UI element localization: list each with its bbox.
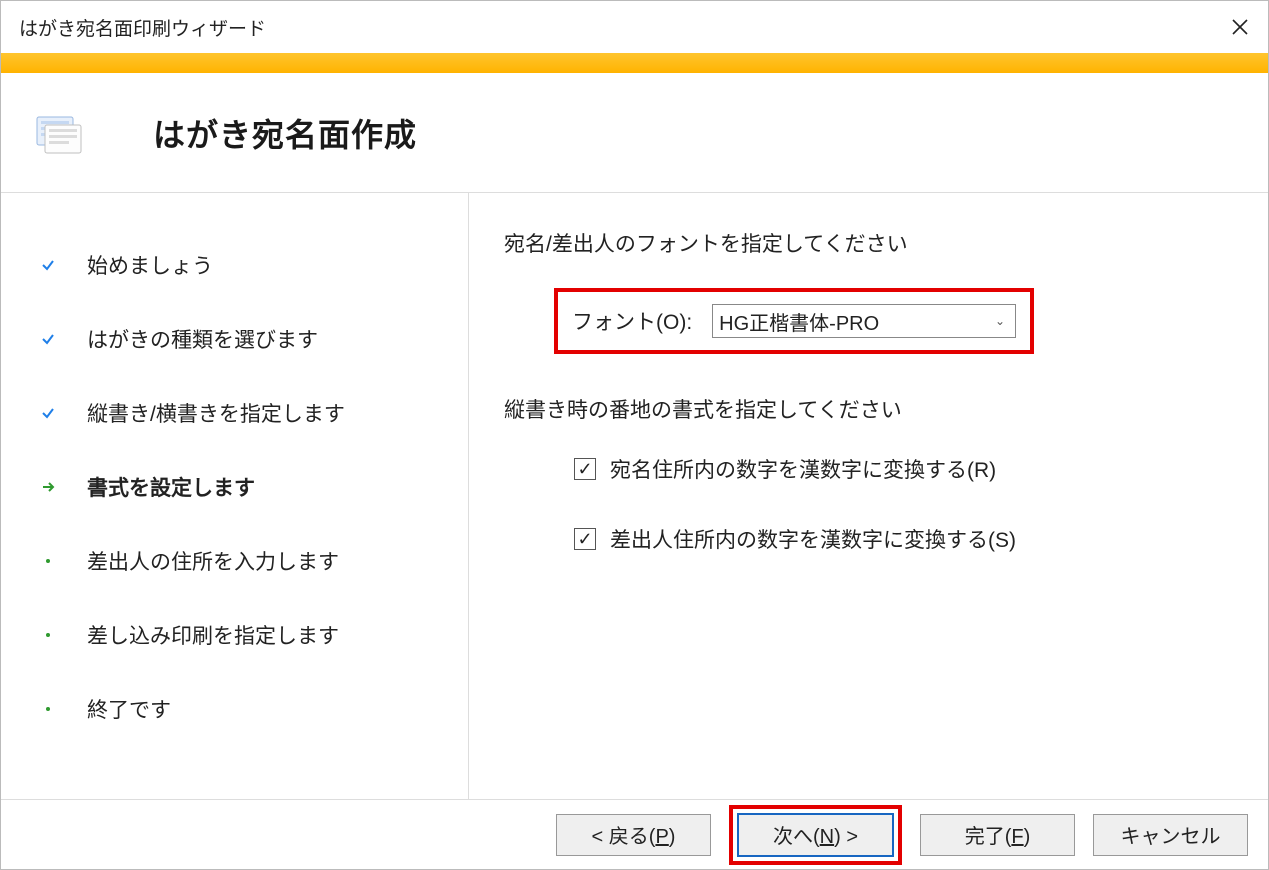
step-label: 縦書き/横書きを指定します (87, 398, 345, 428)
checkbox-icon: ✓ (574, 458, 596, 480)
checkbox-icon: ✓ (574, 528, 596, 550)
chevron-down-icon: ⌄ (995, 314, 1005, 328)
body: 始めましょう はがきの種類を選びます 縦書き/横書きを指定します 書式を設定しま… (1, 193, 1268, 799)
steps-sidebar: 始めましょう はがきの種類を選びます 縦書き/横書きを指定します 書式を設定しま… (1, 193, 469, 799)
wizard-icon (31, 107, 83, 159)
next-button[interactable]: 次へ(N) > (738, 814, 893, 856)
checkbox-label: 宛名住所内の数字を漢数字に変換する(R) (610, 454, 996, 484)
font-row-highlight: フォント(O): HG正楷書体-PRO ⌄ (554, 288, 1034, 354)
back-button-label: < 戻る(P) (592, 820, 676, 849)
step-label: 書式を設定します (87, 472, 255, 502)
checkbox-sender-kanji[interactable]: ✓ 差出人住所内の数字を漢数字に変換する(S) (574, 524, 1238, 554)
checkbox-recipient-kanji[interactable]: ✓ 宛名住所内の数字を漢数字に変換する(R) (574, 454, 1238, 484)
font-label: フォント(O): (572, 306, 692, 336)
check-icon (41, 332, 55, 346)
header: はがき宛名面作成 (1, 73, 1268, 193)
font-select-box[interactable]: HG正楷書体-PRO ⌄ (712, 304, 1016, 338)
step-item-current: 書式を設定します (41, 450, 468, 524)
step-item: 縦書き/横書きを指定します (41, 376, 468, 450)
next-button-highlight: 次へ(N) > (729, 805, 902, 865)
step-label: はがきの種類を選びます (87, 324, 318, 354)
dot-icon (41, 628, 55, 642)
check-icon (41, 406, 55, 420)
step-label: 差出人の住所を入力します (87, 546, 339, 576)
step-item: 始めましょう (41, 228, 468, 302)
step-item: 差出人の住所を入力します (41, 524, 468, 598)
font-section-heading: 宛名/差出人のフォントを指定してください (504, 228, 1238, 258)
step-label: 差し込み印刷を指定します (87, 620, 339, 650)
content-panel: 宛名/差出人のフォントを指定してください フォント(O): HG正楷書体-PRO… (469, 193, 1268, 799)
cancel-button[interactable]: キャンセル (1093, 814, 1248, 856)
window-title: はがき宛名面印刷ウィザード (19, 14, 266, 41)
back-button[interactable]: < 戻る(P) (556, 814, 711, 856)
checkbox-label: 差出人住所内の数字を漢数字に変換する(S) (610, 524, 1016, 554)
finish-button[interactable]: 完了(F) (920, 814, 1075, 856)
close-button[interactable] (1212, 1, 1268, 53)
check-icon (41, 258, 55, 272)
font-value: HG正楷書体-PRO (719, 307, 879, 336)
arrow-right-icon (41, 480, 55, 494)
accent-bar (1, 53, 1268, 73)
step-item: 終了です (41, 672, 468, 746)
format-section-heading: 縦書き時の番地の書式を指定してください (504, 394, 1238, 424)
step-label: 終了です (87, 694, 171, 724)
font-select[interactable]: HG正楷書体-PRO ⌄ (712, 304, 1016, 338)
close-icon (1231, 18, 1249, 36)
wizard-window: はがき宛名面印刷ウィザード はがき宛名面作成 始めましょう (0, 0, 1269, 870)
cancel-button-label: キャンセル (1121, 820, 1221, 849)
header-title: はがき宛名面作成 (153, 110, 417, 156)
dot-icon (41, 554, 55, 568)
finish-button-label: 完了(F) (965, 820, 1031, 849)
step-item: 差し込み印刷を指定します (41, 598, 468, 672)
next-button-label: 次へ(N) > (773, 820, 858, 849)
titlebar: はがき宛名面印刷ウィザード (1, 1, 1268, 53)
step-item: はがきの種類を選びます (41, 302, 468, 376)
step-label: 始めましょう (87, 250, 213, 280)
dot-icon (41, 702, 55, 716)
footer: < 戻る(P) 次へ(N) > 完了(F) キャンセル (1, 799, 1268, 869)
